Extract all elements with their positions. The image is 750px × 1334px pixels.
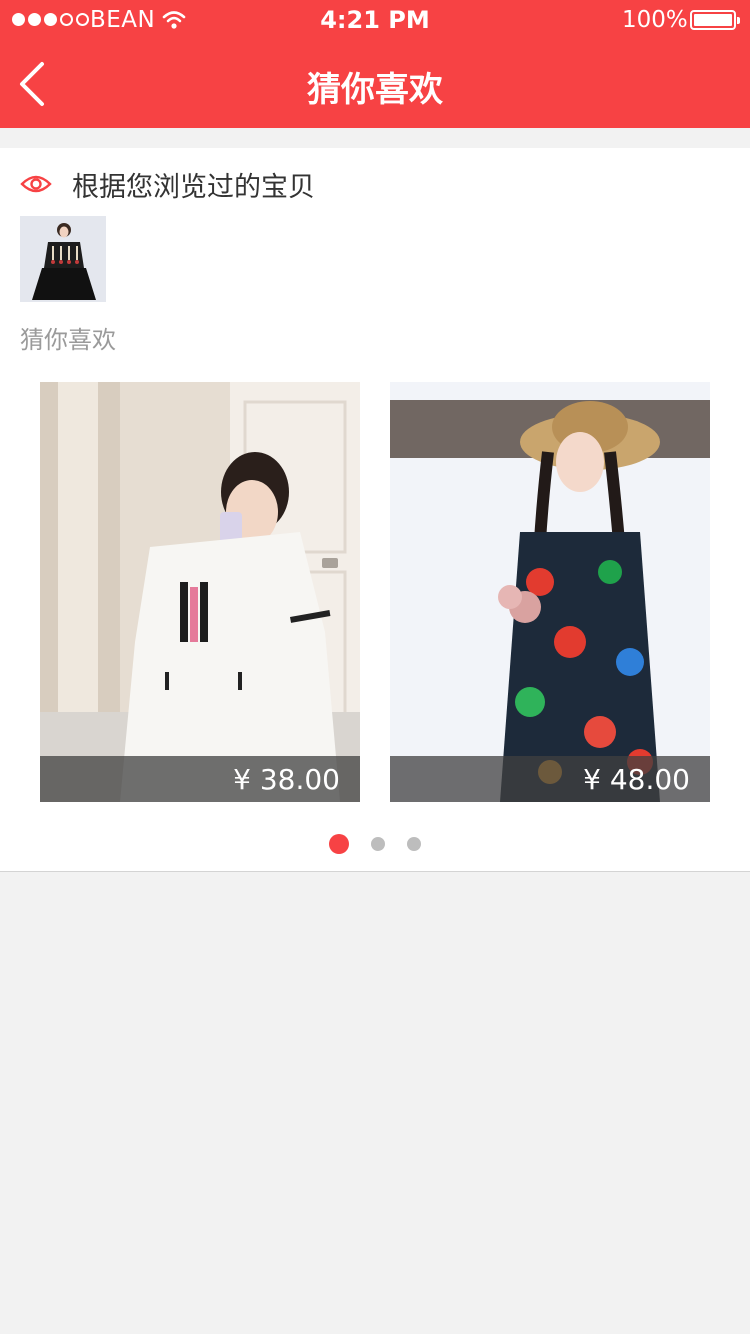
browsed-item-thumbnail[interactable] xyxy=(20,216,106,302)
product-price: ¥ 48.00 xyxy=(583,763,690,796)
eye-icon xyxy=(20,175,52,193)
pager-dot[interactable] xyxy=(407,837,421,851)
product-image xyxy=(390,382,710,802)
status-bar: BEAN 4:21 PM 100% xyxy=(0,0,750,40)
battery-percent: 100% xyxy=(622,7,688,33)
pager-dot[interactable] xyxy=(371,837,385,851)
section-title: 根据您浏览过的宝贝 xyxy=(72,171,315,203)
product-card[interactable]: ¥ 38.00 xyxy=(40,382,360,802)
product-image xyxy=(40,382,360,802)
recommend-subtitle: 猜你喜欢 xyxy=(20,326,116,354)
pager-dot-active[interactable] xyxy=(329,834,349,854)
product-card[interactable]: ¥ 48.00 xyxy=(390,382,710,802)
section-header: 根据您浏览过的宝贝 xyxy=(20,164,315,204)
product-price: ¥ 38.00 xyxy=(233,763,340,796)
page-title: 猜你喜欢 xyxy=(307,70,443,110)
carousel-pager[interactable] xyxy=(0,834,750,854)
navigation-bar: 猜你喜欢 xyxy=(0,40,750,128)
battery-icon xyxy=(690,10,740,30)
recommendation-card: 根据您浏览过的宝贝 猜你喜欢 ¥ 38.00 ¥ 48.00 xyxy=(0,148,750,872)
top-bar: BEAN 4:21 PM 100% 猜你喜欢 xyxy=(0,0,750,128)
